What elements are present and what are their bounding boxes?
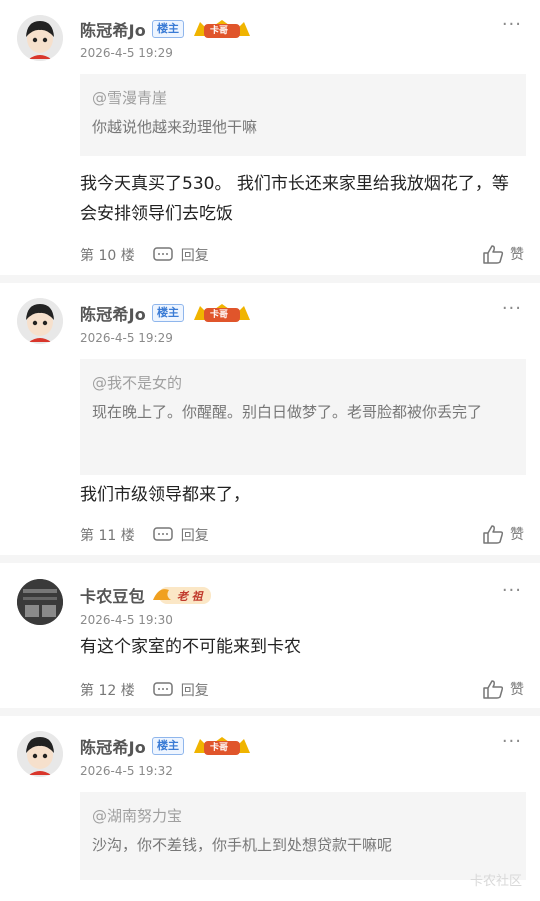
post-date: 2026-4-5 19:32 xyxy=(80,764,173,778)
title-badge-label: 卡哥 xyxy=(209,26,228,36)
quoted-reply[interactable]: @雪漫青崖 你越说他越来劲理他干嘛 xyxy=(80,74,526,156)
post-content: 我们市级领导都来了， xyxy=(80,485,250,505)
more-dots-icon[interactable]: ··· xyxy=(502,298,522,319)
like-button[interactable]: 赞 xyxy=(482,679,524,699)
post-floor-10: 陈冠希Jo 楼主 卡哥 ··· 2026-4-5 19:29 @雪漫青崖 你越说… xyxy=(0,0,540,283)
title-badge: 卡哥 xyxy=(190,18,254,40)
title-badge-label: 卡哥 xyxy=(209,743,228,753)
post-date: 2026-4-5 19:29 xyxy=(80,46,173,60)
floor-number: 第 10 楼 xyxy=(80,248,135,264)
like-button[interactable]: 赞 xyxy=(482,244,524,264)
post-floor-12: 卡农豆包 老 祖 ··· 2026-4-5 19:30 有这个家室的不可能来到卡… xyxy=(0,563,540,716)
like-button[interactable]: 赞 xyxy=(482,524,524,544)
post-meta: 第 10 楼 回复 xyxy=(80,245,209,265)
title-badge: 卡哥 xyxy=(190,735,254,757)
author-name[interactable]: 陈冠希Jo xyxy=(80,734,146,758)
like-label: 赞 xyxy=(510,247,524,263)
reply-button[interactable]: 回复 xyxy=(181,680,209,700)
floor-number: 第 12 楼 xyxy=(80,683,135,699)
post-floor-13: 陈冠希Jo 楼主 卡哥 ··· 2026-4-5 19:32 @湖南努力宝 沙沟… xyxy=(0,716,540,901)
host-badge: 楼主 xyxy=(151,737,184,755)
author-line: 陈冠希Jo 楼主 卡哥 xyxy=(80,301,254,325)
watermark: 卡农社区 xyxy=(469,874,522,889)
quote-author: @湖南努力宝 xyxy=(92,807,183,825)
reply-icon[interactable] xyxy=(152,682,173,698)
host-badge: 楼主 xyxy=(151,304,184,322)
post-date: 2026-4-5 19:30 xyxy=(80,613,173,627)
more-dots-icon[interactable]: ··· xyxy=(502,731,522,752)
floor-number: 第 11 楼 xyxy=(80,528,135,544)
post-meta: 第 12 楼 回复 xyxy=(80,680,209,700)
author-name[interactable]: 卡农豆包 xyxy=(80,583,145,607)
like-label: 赞 xyxy=(510,682,524,698)
post-content: 有这个家室的不可能来到卡农 xyxy=(80,637,301,657)
title-badge: 老 祖 xyxy=(151,584,213,606)
quote-text: 现在晚上了。你醒醒。别白日做梦了。老哥脸都被你丢完了 xyxy=(92,403,483,421)
post-floor-11: 陈冠希Jo 楼主 卡哥 ··· 2026-4-5 19:29 @我不是女的 现在… xyxy=(0,283,540,563)
avatar[interactable] xyxy=(17,731,63,777)
avatar[interactable] xyxy=(17,298,63,344)
thumbs-up-icon xyxy=(483,680,504,699)
post-content: 我今天真买了530。 我们市长还来家里给我放烟花了，等会安排领导们去吃饭 xyxy=(80,174,509,224)
host-badge: 楼主 xyxy=(151,20,184,38)
quote-author: @雪漫青崖 xyxy=(92,89,168,107)
title-badge-label: 老 祖 xyxy=(176,590,203,603)
author-line: 陈冠希Jo 楼主 卡哥 xyxy=(80,734,254,758)
title-badge-label: 卡哥 xyxy=(209,310,228,320)
author-name[interactable]: 陈冠希Jo xyxy=(80,17,146,41)
author-name[interactable]: 陈冠希Jo xyxy=(80,301,146,325)
quote-author: @我不是女的 xyxy=(92,374,183,392)
author-line: 卡农豆包 老 祖 xyxy=(80,583,213,607)
reply-button[interactable]: 回复 xyxy=(181,525,209,545)
reply-icon[interactable] xyxy=(152,247,173,263)
reply-icon[interactable] xyxy=(152,527,173,543)
avatar[interactable] xyxy=(17,579,63,625)
thumbs-up-icon xyxy=(483,525,504,544)
quoted-reply[interactable]: @湖南努力宝 沙沟，你不差钱，你手机上到处想贷款干嘛呢 xyxy=(80,792,526,880)
quote-text: 沙沟，你不差钱，你手机上到处想贷款干嘛呢 xyxy=(92,836,393,854)
thumbs-up-icon xyxy=(483,245,504,264)
more-dots-icon[interactable]: ··· xyxy=(502,14,522,35)
avatar[interactable] xyxy=(17,15,63,61)
quoted-reply[interactable]: @我不是女的 现在晚上了。你醒醒。别白日做梦了。老哥脸都被你丢完了 xyxy=(80,359,526,475)
author-line: 陈冠希Jo 楼主 卡哥 xyxy=(80,17,254,41)
reply-button[interactable]: 回复 xyxy=(181,245,209,265)
post-meta: 第 11 楼 回复 xyxy=(80,525,209,545)
post-date: 2026-4-5 19:29 xyxy=(80,331,173,345)
more-dots-icon[interactable]: ··· xyxy=(502,580,522,601)
title-badge: 卡哥 xyxy=(190,302,254,324)
like-label: 赞 xyxy=(510,527,524,543)
quote-text: 你越说他越来劲理他干嘛 xyxy=(92,118,258,136)
